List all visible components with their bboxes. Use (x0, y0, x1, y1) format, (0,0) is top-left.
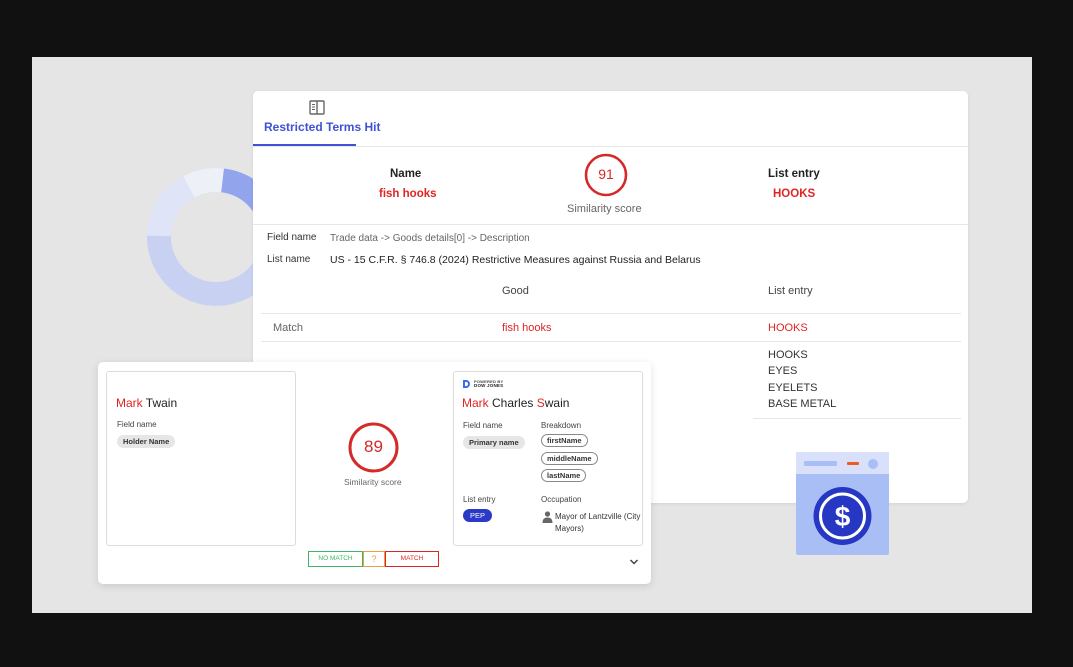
name-comparison-card: Mark Twain Field name Holder Name 89 Sim… (98, 362, 651, 584)
name-first: Mark (116, 396, 143, 410)
comparison-score-ring: 89 (348, 422, 399, 473)
list-entry-value: HOOKS (773, 188, 816, 200)
matched-name: Mark Charles Swain (462, 396, 569, 410)
list-entry-item: HOOKS (768, 349, 808, 361)
dollar-coin-illustration: $ (796, 452, 889, 555)
divider (253, 146, 968, 147)
similarity-score-value: 91 (598, 166, 614, 182)
field-name-chip: Primary name (463, 436, 525, 449)
similarity-score-label: Similarity score (567, 203, 642, 215)
dow-jones-mark-icon (463, 380, 470, 388)
table-header-good: Good (502, 285, 529, 297)
name-last-rest: wain (544, 396, 570, 410)
dollar-sign-icon: $ (835, 501, 851, 532)
occupation-value: Mayor of Lantzville (City Mayors) (555, 512, 641, 533)
occupation-key: Occupation (541, 495, 582, 504)
book-icon (309, 100, 325, 115)
breakdown-chip-middle-name: middleName (541, 452, 598, 465)
name-last: Twain (145, 396, 178, 410)
tab-label: Restricted Terms Hit (264, 120, 381, 134)
list-entry-key: List entry (463, 495, 496, 504)
similarity-score-ring: 91 (584, 153, 628, 197)
list-name-key: List name (267, 254, 311, 265)
divider (261, 313, 961, 314)
dow-jones-logo: POWERED BY DOW JONES (463, 379, 513, 389)
name-header: Name (390, 168, 422, 180)
logo-dow-jones: DOW JONES (474, 383, 504, 388)
field-name-value: Trade data -> Goods details[0] -> Descri… (330, 233, 530, 244)
stage-background: Restricted Terms Hit Name fish hooks 91 … (32, 57, 1032, 613)
no-match-button[interactable]: NO MATCH (308, 551, 363, 567)
table-header-list-entry: List entry (768, 285, 813, 297)
list-entry-item: BASE METAL (768, 398, 837, 410)
person-icon (542, 511, 553, 523)
comparison-score-value: 89 (364, 437, 383, 456)
breakdown-chip-first-name: firstName (541, 434, 588, 447)
breakdown-key: Breakdown (541, 421, 582, 430)
screened-name-panel: Mark Twain Field name Holder Name (106, 371, 296, 546)
name-last-highlight: S (536, 396, 545, 410)
tab-restricted-terms-hit[interactable]: Restricted Terms Hit (253, 91, 380, 146)
divider (253, 224, 968, 225)
divider (753, 418, 961, 419)
unsure-button[interactable]: ? (363, 551, 385, 567)
field-name-chip: Holder Name (117, 435, 176, 448)
name-value: fish hooks (379, 188, 437, 200)
breakdown-chip-last-name: lastName (541, 469, 587, 482)
name-first: Mark (462, 396, 489, 410)
match-button[interactable]: MATCH (385, 551, 439, 567)
match-entry-value: HOOKS (768, 322, 808, 334)
field-name-key: Field name (463, 421, 503, 430)
name-middle: Charles (492, 396, 534, 410)
field-name-key: Field name (267, 232, 317, 243)
screened-name: Mark Twain (116, 396, 177, 410)
list-match-panel: POWERED BY DOW JONES Mark Charles Swain … (453, 371, 643, 546)
divider (261, 341, 961, 342)
list-name-value: US - 15 C.F.R. § 746.8 (2024) Restrictiv… (330, 254, 701, 266)
match-good-value: fish hooks (502, 322, 552, 334)
list-entry-header: List entry (768, 168, 820, 180)
field-name-key: Field name (117, 420, 157, 429)
chevron-down-icon[interactable] (629, 558, 639, 566)
comparison-score-label: Similarity score (344, 477, 402, 487)
list-entry-item: EYELETS (768, 382, 818, 394)
pep-badge: PEP (463, 509, 493, 522)
list-entry-item: EYES (768, 365, 798, 377)
match-row-label: Match (273, 322, 303, 334)
